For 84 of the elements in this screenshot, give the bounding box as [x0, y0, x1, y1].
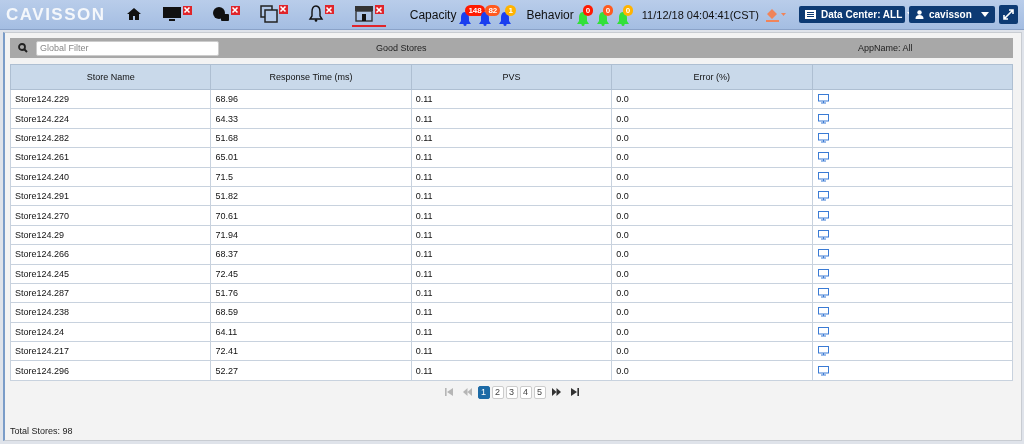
table-cell: Store124.245	[10, 264, 211, 284]
table-cell: 0.11	[411, 89, 612, 109]
behavior-label: Behavior	[526, 7, 574, 22]
column-header[interactable]: Error (%)	[611, 64, 813, 90]
alert-count-badge: 82	[485, 4, 501, 16]
table-cell: 0.11	[411, 147, 612, 168]
table-cell: Store124.287	[10, 283, 211, 303]
page-button[interactable]: 3	[505, 385, 518, 399]
table-cell: Store124.238	[10, 302, 211, 323]
app-name-label: AppName: All	[858, 43, 913, 53]
table-cell: 0.0	[611, 283, 813, 303]
table-cell: 0.11	[411, 225, 612, 245]
table-cell: 68.59	[210, 302, 412, 323]
table-cell: 0.0	[611, 322, 813, 342]
alert-count-badge: 148	[465, 4, 485, 16]
table-cell: 0.0	[611, 341, 813, 361]
table-cell: 0.11	[411, 283, 612, 303]
table-cell: 0.0	[611, 302, 813, 323]
page-button[interactable]: 2	[491, 385, 504, 399]
table-cell: 72.45	[210, 264, 412, 284]
table-cell: 0.0	[611, 89, 813, 109]
table-cell: Store124.291	[10, 186, 211, 206]
column-header[interactable]: Response Time (ms)	[210, 64, 412, 90]
table-cell: 0.0	[611, 205, 813, 226]
table-cell: 0.0	[611, 167, 813, 187]
page-button[interactable]: 1	[477, 385, 490, 399]
table-cell: 0.11	[411, 205, 612, 226]
table-cell: Store124.270	[10, 205, 211, 226]
table-cell: 0.0	[611, 147, 813, 168]
table-cell: Store124.240	[10, 167, 211, 187]
table-cell: Store124.296	[10, 360, 211, 381]
table-cell: 0.11	[411, 244, 612, 264]
table-cell: 64.11	[210, 322, 412, 342]
table-cell: 0.0	[611, 128, 813, 148]
table-cell: 0.11	[411, 302, 612, 323]
column-header[interactable]: Store Name	[10, 64, 211, 90]
table-cell: 64.33	[210, 108, 412, 129]
global-filter-field[interactable]: Global Filter	[36, 40, 219, 56]
table-cell: 70.61	[210, 205, 412, 226]
capacity-label: Capacity	[409, 7, 457, 22]
table-cell: 0.11	[411, 128, 612, 148]
table-cell: 0.11	[411, 341, 612, 361]
table-cell: 72.41	[210, 341, 412, 361]
table-cell: 0.0	[611, 108, 813, 129]
table-cell: 52.27	[210, 360, 412, 381]
page-button[interactable]: 4	[519, 385, 532, 399]
table-cell: Store124.282	[10, 128, 211, 148]
table-cell: 51.82	[210, 186, 412, 206]
alert-count-badge: 0	[602, 4, 614, 16]
table-cell: 0.11	[411, 264, 612, 284]
table-cell: 0.0	[611, 225, 813, 245]
table-cell: 68.96	[210, 89, 412, 109]
alert-count-badge: 0	[622, 4, 634, 16]
logo: CAVISSON	[6, 4, 106, 25]
column-header[interactable]: PVS	[411, 64, 612, 90]
table-cell: Store124.266	[10, 244, 211, 264]
alert-count-badge: 1	[505, 4, 516, 16]
date-time: 11/12/18 04:04:41(CST)	[641, 8, 759, 21]
table-cell: 68.37	[210, 244, 412, 264]
table-cell: 65.01	[210, 147, 412, 168]
table-cell: Store124.229	[10, 89, 211, 109]
table-cell: 0.11	[411, 167, 612, 187]
alert-count-badge: 0	[582, 4, 594, 16]
table-cell: 0.11	[411, 322, 612, 342]
user-dropdown[interactable]: cavisson	[909, 6, 995, 23]
total-stores-label: Total Stores: 98	[10, 426, 73, 436]
table-cell: 0.11	[411, 108, 612, 129]
table-cell: Store124.261	[10, 147, 211, 168]
table-cell: Store124.24	[10, 322, 211, 342]
table-title: Good Stores	[376, 43, 427, 53]
table-cell: 71.5	[210, 167, 412, 187]
table-cell: 51.68	[210, 128, 412, 148]
table-cell: Store124.217	[10, 341, 211, 361]
table-cell: 51.76	[210, 283, 412, 303]
table-cell: 0.0	[611, 244, 813, 264]
table-cell: Store124.29	[10, 225, 211, 245]
table-cell: 0.0	[611, 264, 813, 284]
table-cell: 0.0	[611, 360, 813, 381]
table-cell: 0.11	[411, 360, 612, 381]
table-cell: 71.94	[210, 225, 412, 245]
table-cell: Store124.224	[10, 108, 211, 129]
table-cell: 0.11	[411, 186, 612, 206]
page-button[interactable]: 5	[533, 385, 546, 399]
table-cell: 0.0	[611, 186, 813, 206]
